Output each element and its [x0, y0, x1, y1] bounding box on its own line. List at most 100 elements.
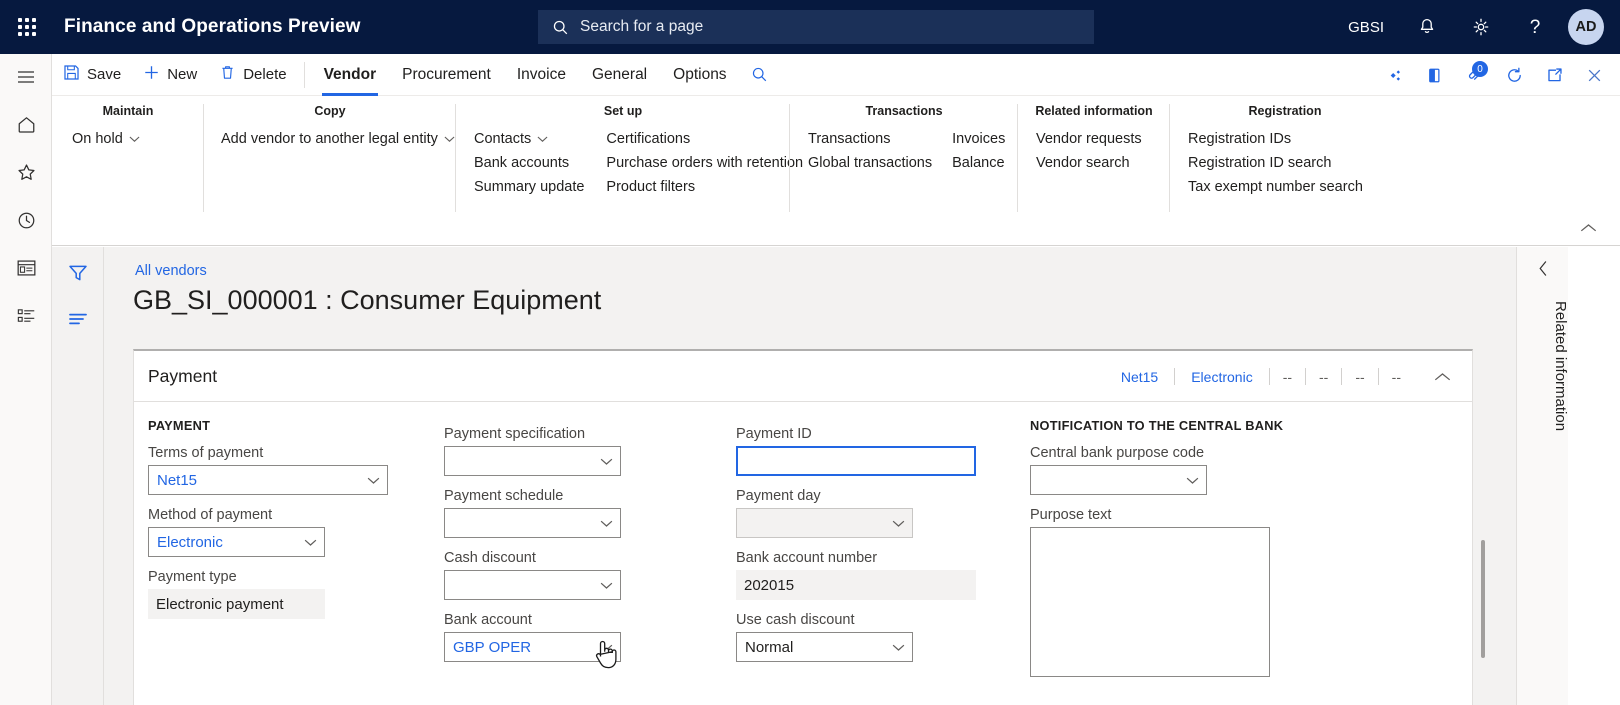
field-payment-id-label: Payment ID	[736, 426, 812, 442]
search-icon	[552, 19, 569, 36]
command-search-icon[interactable]	[740, 54, 779, 96]
close-icon[interactable]	[1574, 54, 1614, 96]
ribbon-item-certifications[interactable]: Certifications	[606, 130, 803, 148]
ribbon-item-add-vendor-to-another-legal-entity[interactable]: Add vendor to another legal entity	[221, 130, 455, 148]
ribbon-group-registration-title: Registration	[1248, 104, 1322, 118]
tab-general[interactable]: General	[579, 54, 660, 96]
field-purpose-text-label: Purpose text	[1030, 507, 1112, 523]
company-selector[interactable]: GBSI	[1332, 19, 1400, 36]
tab-options[interactable]: Options	[660, 54, 739, 96]
favorites-star-icon[interactable]	[0, 148, 52, 196]
ribbon-item-registration-id-search[interactable]: Registration ID search	[1188, 154, 1363, 172]
attachments-icon[interactable]: 0	[1454, 54, 1494, 96]
app-root: Finance and Operations Preview Search fo…	[0, 0, 1620, 705]
ribbon-item-registration-id-search-label: Registration ID search	[1188, 155, 1332, 171]
ribbon-item-vendor-search[interactable]: Vendor search	[1036, 154, 1142, 172]
summary-chip-4: --	[1319, 368, 1329, 385]
summary-chip-terms[interactable]: Net15	[1105, 369, 1174, 385]
chevron-down-icon[interactable]	[367, 466, 380, 494]
filter-funnel-icon[interactable]	[52, 247, 104, 299]
use-cash-discount-value: Normal	[745, 638, 794, 656]
save-button[interactable]: Save	[52, 54, 132, 96]
ribbon-item-bank-accounts[interactable]: Bank accounts	[474, 154, 584, 172]
tab-vendor[interactable]: Vendor	[311, 54, 390, 96]
chevron-down-icon	[537, 130, 548, 148]
tab-procurement[interactable]: Procurement	[389, 54, 504, 96]
chevron-down-icon	[129, 130, 140, 148]
central-bank-purpose-code-combobox[interactable]	[1030, 465, 1207, 495]
payment-fasttab-collapse-chevron-up-icon[interactable]	[1428, 351, 1456, 402]
popout-icon[interactable]	[1534, 54, 1574, 96]
ribbon-item-contacts[interactable]: Contacts	[474, 130, 584, 148]
chevron-down-icon[interactable]	[600, 447, 613, 475]
svg-text:?: ?	[1530, 17, 1541, 38]
ribbon-item-bank-accounts-label: Bank accounts	[474, 155, 570, 171]
avatar[interactable]: AD	[1568, 9, 1604, 45]
purpose-text-textarea[interactable]	[1030, 527, 1270, 677]
new-button[interactable]: New	[132, 54, 208, 96]
help-question-icon[interactable]: ?	[1508, 0, 1562, 54]
settings-gear-icon[interactable]	[1454, 0, 1508, 54]
tab-invoice[interactable]: Invoice	[504, 54, 579, 96]
field-payment-schedule-label: Payment schedule	[444, 488, 564, 504]
ribbon-item-vendor-requests[interactable]: Vendor requests	[1036, 130, 1142, 148]
chevron-down-icon[interactable]	[600, 509, 613, 537]
recent-clock-icon[interactable]	[0, 196, 52, 244]
modules-list-icon[interactable]	[0, 292, 52, 340]
terms-of-payment-combobox[interactable]: Net15	[148, 465, 388, 495]
payment-fasttab-header[interactable]: Payment Net15 Electronic -- -- -- --	[134, 351, 1472, 402]
global-search-input[interactable]: Search for a page	[538, 10, 1094, 44]
delete-label: Delete	[243, 66, 287, 83]
chevron-down-icon[interactable]	[892, 633, 905, 661]
cash-discount-combobox[interactable]	[444, 570, 621, 600]
app-launcher-icon[interactable]	[0, 0, 54, 54]
chevron-down-icon[interactable]	[600, 633, 613, 661]
ribbon-item-tax-exempt-number-search[interactable]: Tax exempt number search	[1188, 178, 1363, 196]
method-of-payment-combobox[interactable]: Electronic	[148, 527, 325, 557]
ribbon-item-registration-ids[interactable]: Registration IDs	[1188, 130, 1363, 148]
hamburger-menu-icon[interactable]	[0, 54, 52, 100]
show-filters-icon[interactable]	[52, 299, 104, 339]
ribbon-item-transactions[interactable]: Transactions	[808, 130, 932, 148]
ribbon-item-global-transactions[interactable]: Global transactions	[808, 154, 932, 172]
trash-icon	[219, 64, 236, 85]
ribbon-item-purchase-orders-label: Purchase orders with retention	[606, 155, 804, 171]
ribbon-item-product-filters[interactable]: Product filters	[606, 178, 803, 196]
delete-button[interactable]: Delete	[208, 54, 297, 96]
chevron-down-icon[interactable]	[600, 571, 613, 599]
chevron-down-icon[interactable]	[1186, 466, 1199, 494]
field-payment-type: Payment type Electronic payment	[148, 569, 428, 619]
workspaces-icon[interactable]	[0, 244, 52, 292]
notifications-bell-icon[interactable]	[1400, 0, 1454, 54]
payment-schedule-combobox[interactable]	[444, 508, 621, 538]
content-vertical-scrollbar[interactable]	[1481, 540, 1485, 658]
open-in-office-icon[interactable]	[1414, 54, 1454, 96]
payment-specification-combobox[interactable]	[444, 446, 621, 476]
use-cash-discount-combobox[interactable]: Normal	[736, 632, 913, 662]
chevron-down-icon[interactable]	[304, 528, 317, 556]
ribbon-item-summary-update[interactable]: Summary update	[474, 178, 584, 196]
ribbon-item-invoices[interactable]: Invoices	[952, 130, 1005, 148]
home-icon[interactable]	[0, 100, 52, 148]
payment-day-combobox[interactable]	[736, 508, 913, 538]
chevron-down-icon[interactable]	[892, 509, 905, 537]
ribbon-item-balance[interactable]: Balance	[952, 154, 1005, 172]
form-column-3: Payment ID Payment day Bank account numb…	[736, 426, 996, 674]
bank-account-combobox[interactable]: GBP OPER	[444, 632, 621, 662]
form-column-2: Payment specification Payment schedule C…	[444, 426, 644, 674]
breadcrumb[interactable]: All vendors	[135, 263, 207, 279]
tab-invoice-label: Invoice	[516, 65, 566, 83]
field-cash-discount: Cash discount	[444, 550, 644, 600]
summary-chip-method[interactable]: Electronic	[1175, 369, 1268, 385]
related-information-expand-chevron-left-icon[interactable]	[1517, 247, 1569, 289]
payment-id-input[interactable]	[736, 446, 976, 476]
refresh-icon[interactable]	[1494, 54, 1534, 96]
ribbon-collapse-chevron-up-icon[interactable]	[1574, 218, 1602, 238]
save-icon	[63, 64, 80, 85]
ribbon-item-purchase-orders-with-retention[interactable]: Purchase orders with retention	[606, 154, 803, 172]
ribbon-item-on-hold[interactable]: On hold	[72, 130, 140, 148]
share-dynamics-icon[interactable]	[1374, 54, 1414, 96]
ribbon-group-maintain: Maintain On hold	[52, 104, 204, 214]
ribbon-item-transactions-label: Transactions	[808, 131, 891, 147]
field-payment-id: Payment ID	[736, 426, 996, 476]
